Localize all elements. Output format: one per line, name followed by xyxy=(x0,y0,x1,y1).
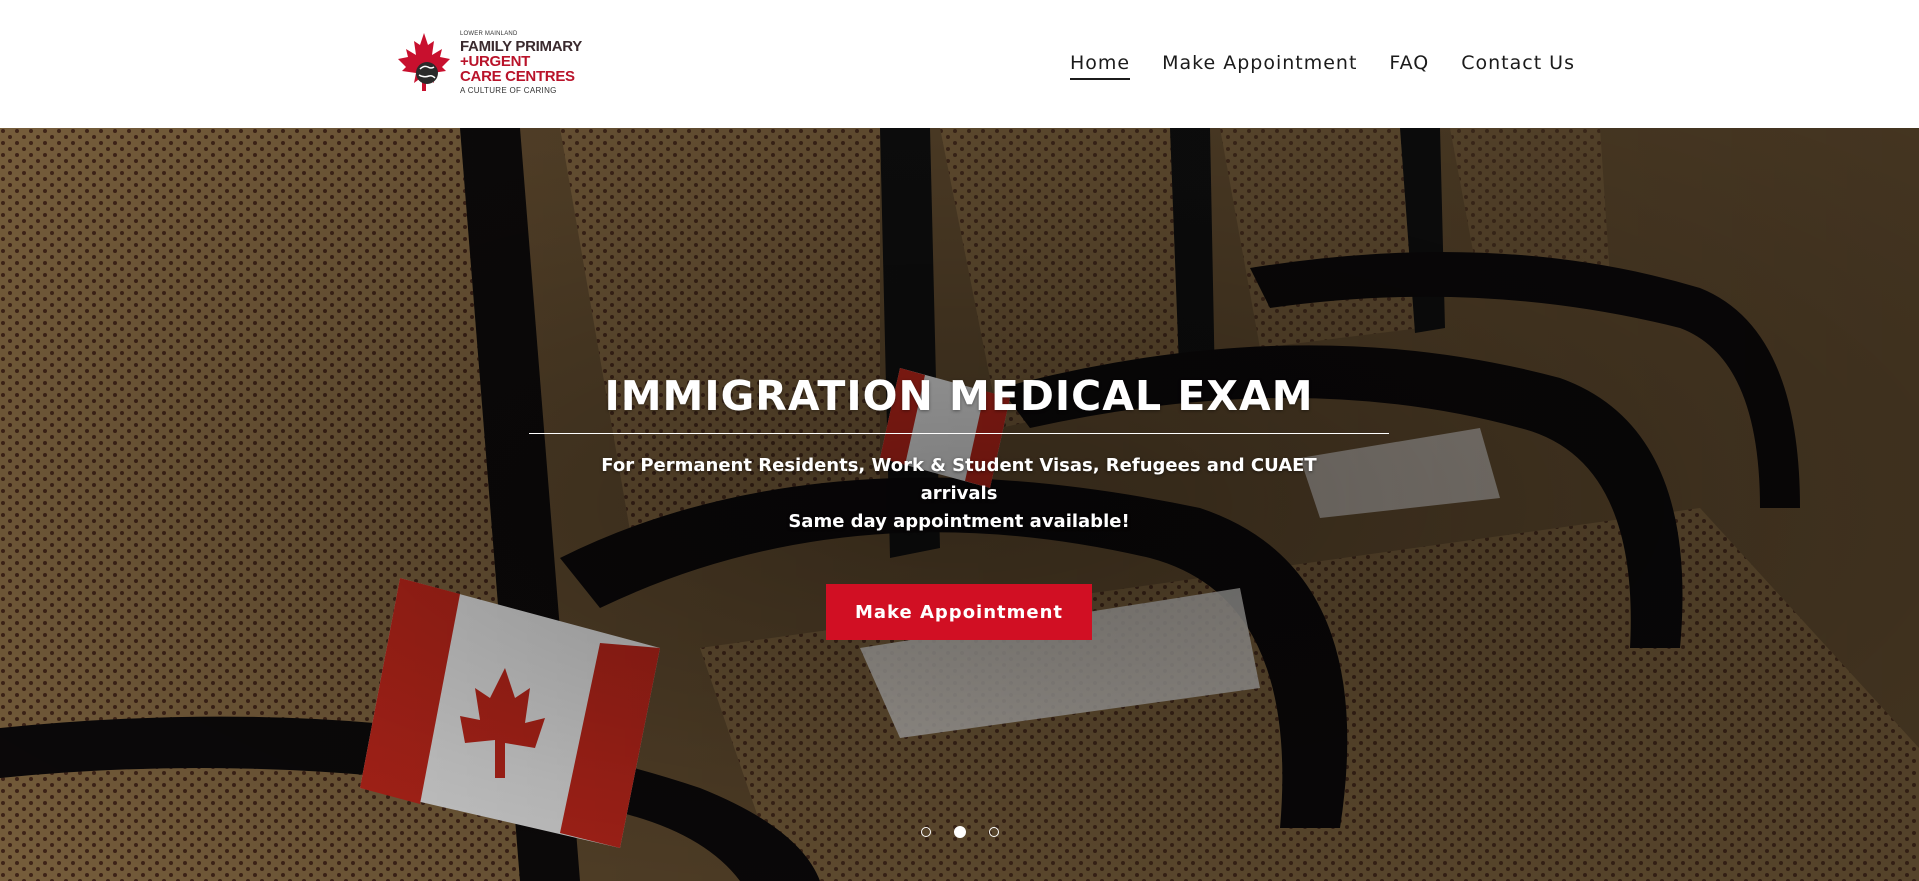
carousel-dot-2[interactable] xyxy=(953,826,966,838)
main-nav: Home Make Appointment FAQ Contact Us xyxy=(1038,52,1575,80)
hero-content: IMMIGRATION MEDICAL EXAM For Permanent R… xyxy=(529,372,1389,641)
hero-subtitle: For Permanent Residents, Work & Student … xyxy=(601,455,1317,505)
carousel-indicators xyxy=(0,826,1919,838)
nav-faq[interactable]: FAQ xyxy=(1389,52,1429,80)
brand-top-line: LOWER MAINLAND xyxy=(460,31,518,37)
site-header: LOWER MAINLAND FAMILY PRIMARY +URGENT CA… xyxy=(0,0,1919,128)
carousel-dot-3[interactable] xyxy=(988,827,999,837)
nav-make-appointment[interactable]: Make Appointment xyxy=(1162,52,1357,80)
hero-divider xyxy=(529,433,1389,435)
brand-tagline: A CULTURE OF CARING xyxy=(460,86,557,95)
brand-logo[interactable]: LOWER MAINLAND FAMILY PRIMARY +URGENT CA… xyxy=(394,30,588,96)
brand-line-3: CARE CENTRES xyxy=(460,68,575,85)
brand-line-2: +URGENT xyxy=(460,53,530,70)
brand-line-1: FAMILY PRIMARY xyxy=(460,38,582,55)
hero-subtitle-availability: Same day appointment available! xyxy=(788,511,1130,533)
brand-wordmark: LOWER MAINLAND FAMILY PRIMARY +URGENT CA… xyxy=(460,31,582,95)
hero-banner: IMMIGRATION MEDICAL EXAM For Permanent R… xyxy=(0,128,1919,881)
make-appointment-button[interactable]: Make Appointment xyxy=(826,584,1092,641)
carousel-dot-1[interactable] xyxy=(920,827,931,837)
nav-home[interactable]: Home xyxy=(1070,52,1131,80)
hero-title: IMMIGRATION MEDICAL EXAM xyxy=(604,372,1314,420)
maple-leaf-globe-icon xyxy=(398,33,450,91)
nav-contact-us[interactable]: Contact Us xyxy=(1461,52,1575,80)
